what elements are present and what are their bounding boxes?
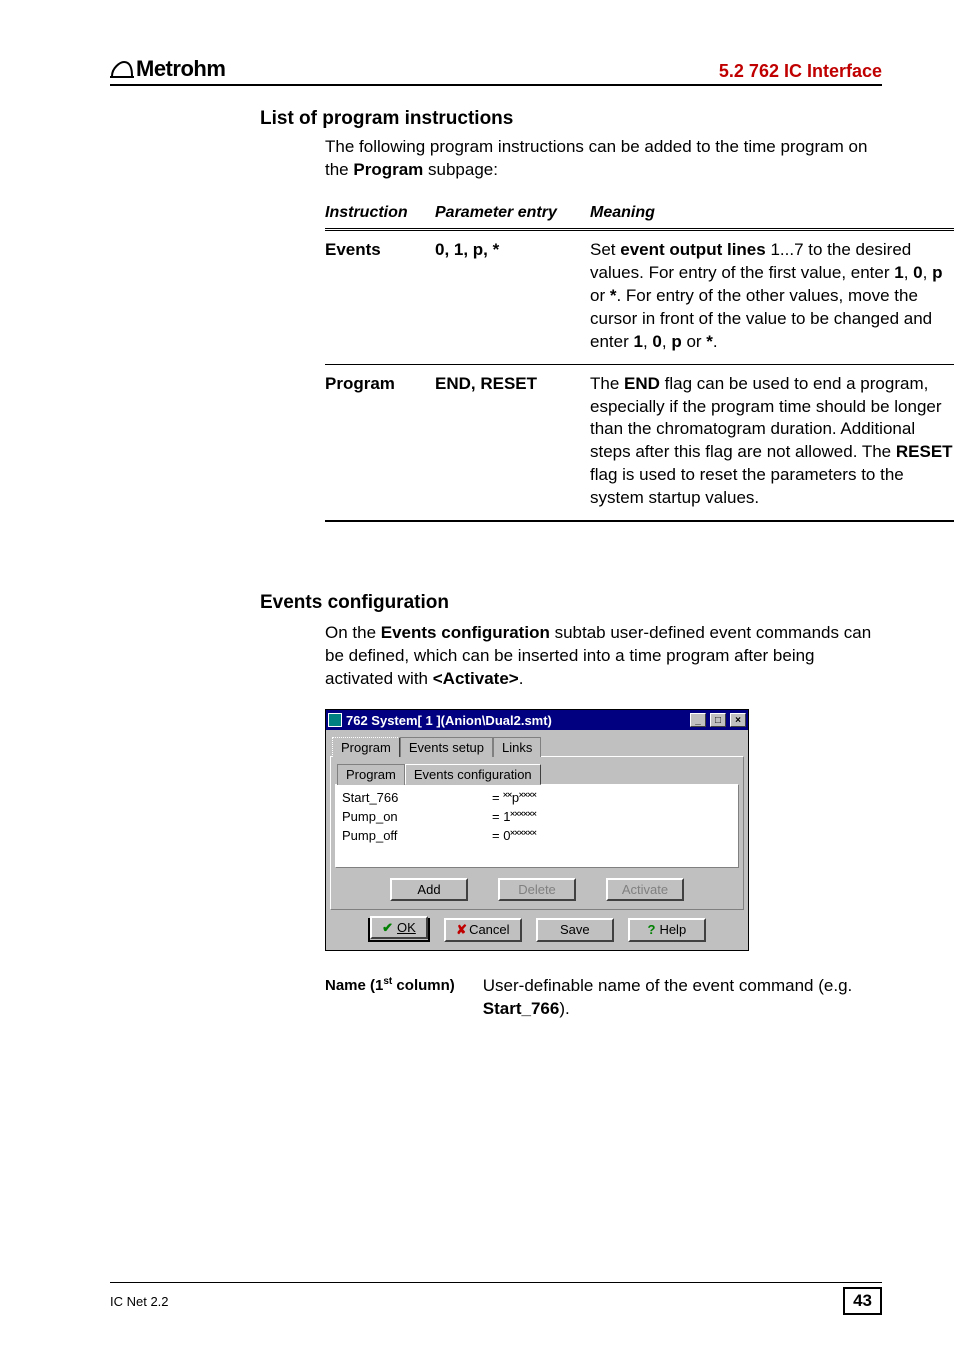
table-row: Events 0, 1, p, * Set event output lines… xyxy=(325,229,954,364)
subtab-program[interactable]: Program xyxy=(337,764,405,785)
outer-tab-panel: Program Events configuration Start_766 =… xyxy=(330,756,744,910)
list-item[interactable]: Pump_on = 1˟˟˟˟˟˟ xyxy=(342,808,732,827)
page-number: 43 xyxy=(843,1287,882,1315)
definition-row: Name (1st column) User-definable name of… xyxy=(325,975,882,1021)
event-name: Start_766 xyxy=(342,789,492,808)
heading-list-of-instructions: List of program instructions xyxy=(260,108,882,130)
table-row: Program END, RESET The END flag can be u… xyxy=(325,364,954,521)
cell-param: END, RESET xyxy=(435,364,590,521)
th-meaning: Meaning xyxy=(590,200,954,230)
table-header-row: Instruction Parameter entry Meaning xyxy=(325,200,954,230)
app-icon xyxy=(328,713,342,727)
list-item[interactable]: Start_766 = ˟˟p˟˟˟˟ xyxy=(342,789,732,808)
tab-program[interactable]: Program xyxy=(332,737,400,757)
definition-body: User-definable name of the event command… xyxy=(483,975,882,1021)
th-parameter: Parameter entry xyxy=(435,200,590,230)
inner-tabs: Program Events configuration xyxy=(337,763,739,784)
cell-param: 0, 1, p, * xyxy=(435,229,590,364)
cell-meaning: Set event output lines 1...7 to the desi… xyxy=(590,229,954,364)
help-button[interactable]: ? Help xyxy=(628,918,706,942)
event-value: = ˟˟p˟˟˟˟ xyxy=(492,789,536,808)
event-name: Pump_off xyxy=(342,827,492,846)
check-icon: ✔ xyxy=(382,920,393,935)
cell-instruction: Events xyxy=(325,229,435,364)
event-name: Pump_on xyxy=(342,808,492,827)
events-list-panel[interactable]: Start_766 = ˟˟p˟˟˟˟ Pump_on = 1˟˟˟˟˟˟ Pu… xyxy=(335,784,739,868)
close-button[interactable]: × xyxy=(730,713,746,727)
maximize-button[interactable]: □ xyxy=(710,713,726,727)
subtab-events-configuration[interactable]: Events configuration xyxy=(405,764,541,785)
events-intro-paragraph: On the Events configuration subtab user-… xyxy=(325,622,882,691)
list-item[interactable]: Pump_off = 0˟˟˟˟˟˟ xyxy=(342,827,732,846)
system-window: 762 System[ 1 ](Anion\Dual2.smt) _ □ × P… xyxy=(325,709,749,951)
metrohm-logo: Metrohm xyxy=(110,56,225,82)
cell-meaning: The END flag can be used to end a progra… xyxy=(590,364,954,521)
tab-links[interactable]: Links xyxy=(493,737,541,757)
intro-bold: Program xyxy=(353,160,423,179)
tab-events-setup[interactable]: Events setup xyxy=(400,737,493,757)
footer-product: IC Net 2.2 xyxy=(110,1294,169,1309)
minimize-button[interactable]: _ xyxy=(690,713,706,727)
event-value: = 1˟˟˟˟˟˟ xyxy=(492,808,536,827)
intro-paragraph: The following program instructions can b… xyxy=(325,136,882,182)
th-instruction: Instruction xyxy=(325,200,435,230)
cell-instruction: Program xyxy=(325,364,435,521)
definition-term: Name (1st column) xyxy=(325,975,455,1021)
instruction-table: Instruction Parameter entry Meaning Even… xyxy=(325,200,954,522)
page-header: Metrohm 5.2 762 IC Interface xyxy=(110,56,882,86)
titlebar[interactable]: 762 System[ 1 ](Anion\Dual2.smt) _ □ × xyxy=(326,710,748,730)
add-button[interactable]: Add xyxy=(390,878,468,901)
heading-events-config: Events configuration xyxy=(260,592,882,614)
section-reference: 5.2 762 IC Interface xyxy=(719,61,882,82)
help-label: Help xyxy=(659,922,686,937)
cancel-label: Cancel xyxy=(469,922,509,937)
brand-text: Metrohm xyxy=(136,56,225,82)
activate-button[interactable]: Activate xyxy=(606,878,684,901)
dialog-button-row: ✔ OK ✘Cancel Save ? Help xyxy=(330,918,744,944)
delete-button[interactable]: Delete xyxy=(498,878,576,901)
ok-label: OK xyxy=(397,920,416,935)
metrohm-logo-icon xyxy=(110,60,134,78)
intro-text-b: subpage: xyxy=(423,160,498,179)
question-icon: ? xyxy=(647,922,655,937)
x-icon: ✘ xyxy=(456,922,467,937)
window-title: 762 System[ 1 ](Anion\Dual2.smt) xyxy=(346,713,686,728)
page-footer: IC Net 2.2 43 xyxy=(110,1282,882,1315)
panel-button-row: Add Delete Activate xyxy=(335,878,739,901)
cancel-button[interactable]: ✘Cancel xyxy=(444,918,522,942)
outer-tabs: Program Events setup Links xyxy=(332,736,744,756)
save-button[interactable]: Save xyxy=(536,918,614,942)
ok-button-wrap[interactable]: ✔ OK xyxy=(368,918,430,942)
event-value: = 0˟˟˟˟˟˟ xyxy=(492,827,536,846)
